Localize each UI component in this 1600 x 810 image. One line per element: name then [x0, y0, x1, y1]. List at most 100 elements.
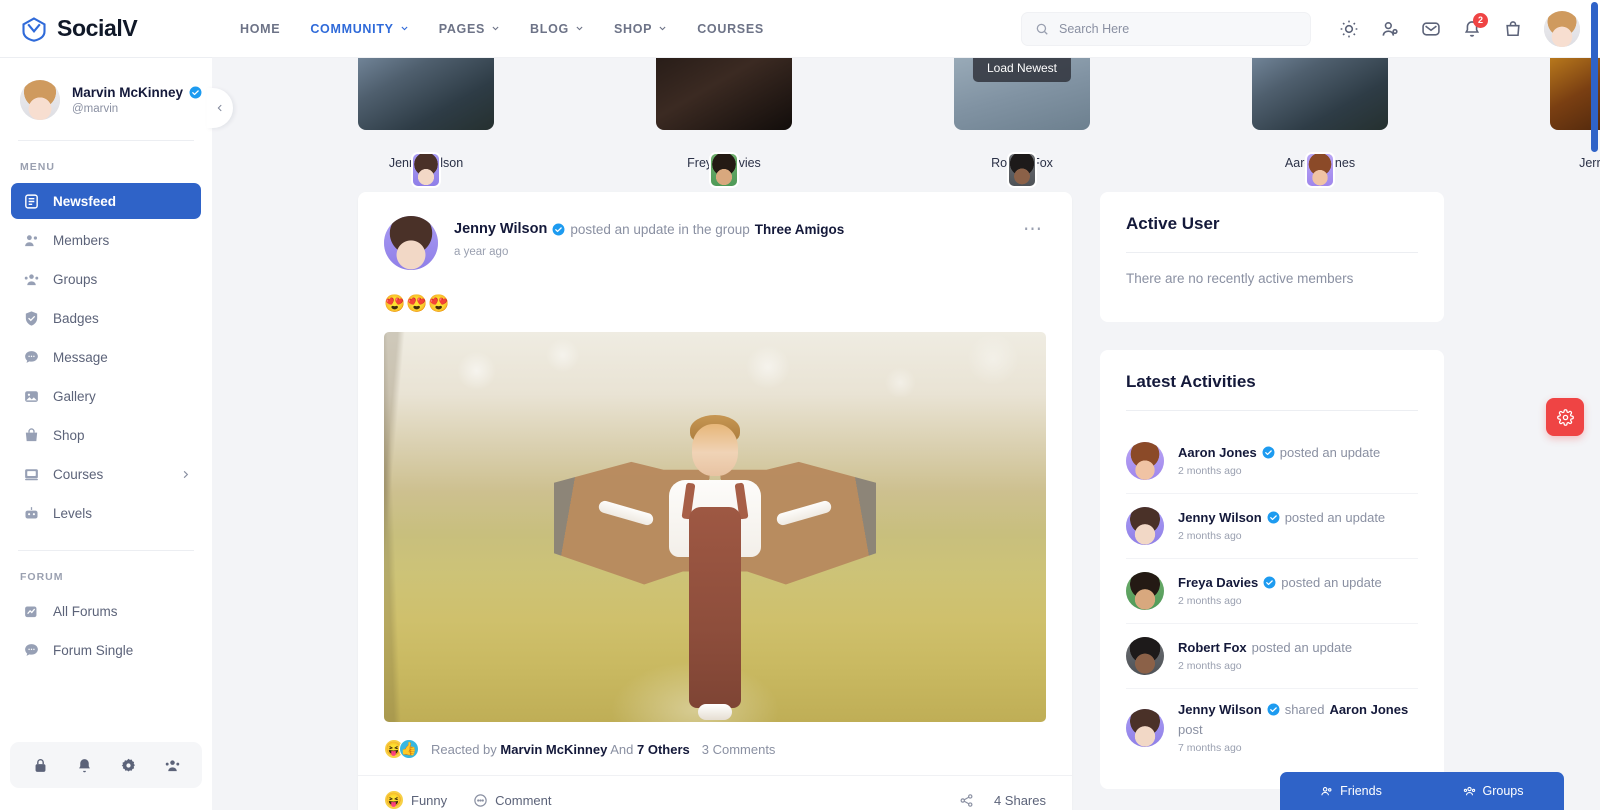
groups-button[interactable]: Groups	[1422, 784, 1564, 798]
sidebar-item-shop[interactable]: Shop	[11, 417, 201, 453]
settings-fab-button[interactable]	[1546, 398, 1584, 436]
action-label: Comment	[495, 792, 552, 808]
post-image[interactable]	[384, 332, 1046, 722]
menu-section-label: MENU	[20, 161, 55, 173]
right-sidebar: Active User There are no recently active…	[1100, 58, 1444, 810]
bottom-action-bar: Friends Groups	[1280, 772, 1564, 810]
nav-item-blog[interactable]: BLOG	[530, 22, 584, 36]
sidebar-item-label: Badges	[53, 310, 99, 326]
friends-label: Friends	[1340, 784, 1382, 798]
gallery-icon	[23, 388, 40, 405]
avatar	[1126, 572, 1164, 610]
load-newest-tooltip[interactable]: Load Newest	[972, 58, 1072, 82]
chevron-left-icon	[217, 104, 222, 112]
chevron-down-icon	[576, 26, 583, 31]
forum-single-icon	[23, 642, 40, 659]
nav-item-courses[interactable]: COURSES	[697, 22, 764, 36]
verified-badge-icon	[1267, 703, 1280, 716]
notifications-icon[interactable]: 2	[1462, 12, 1488, 39]
activity-user-name[interactable]: Freya Davies	[1178, 575, 1258, 590]
reacted-others[interactable]: 7 Others	[637, 742, 690, 757]
story-item[interactable]: Jenny Wilson	[358, 58, 494, 188]
forum-section-label: FORUM	[20, 571, 64, 583]
avatar	[1126, 507, 1164, 545]
gear-icon[interactable]	[120, 757, 137, 774]
search-input[interactable]	[1059, 21, 1297, 36]
people-icon[interactable]	[164, 757, 181, 774]
nav-label: BLOG	[530, 21, 569, 36]
activity-item[interactable]: Jenny Wilson shared Aaron Jones post 7 m…	[1126, 689, 1418, 767]
reacted-by-text: Reacted by Marvin McKinney And 7 Others	[431, 742, 690, 757]
brand-name: SocialV	[57, 15, 138, 41]
post-image-subject	[554, 414, 876, 721]
sidebar-item-members[interactable]: Members	[11, 222, 201, 258]
user-avatar[interactable]	[1544, 10, 1580, 47]
activity-target-name[interactable]: Aaron Jones	[1329, 702, 1408, 717]
brand[interactable]: SocialV	[0, 0, 212, 58]
sidebar-item-badges[interactable]: Badges	[11, 300, 201, 336]
groups-icon	[23, 271, 40, 288]
nav-item-community[interactable]: COMMUNITY	[310, 22, 408, 36]
friends-button[interactable]: Friends	[1280, 784, 1422, 798]
activity-item[interactable]: Aaron Jones posted an update 2 months ag…	[1126, 429, 1418, 494]
sidebar-profile[interactable]: Marvin McKinney @marvin	[0, 58, 212, 140]
sidebar-item-all-forums[interactable]: All Forums	[11, 593, 201, 629]
page-scrollbar[interactable]	[1591, 2, 1598, 152]
share-icon	[960, 793, 973, 807]
sidebar-item-gallery[interactable]: Gallery	[11, 378, 201, 414]
bell-icon[interactable]	[76, 757, 93, 774]
story-item[interactable]: Aaron Jones	[1252, 58, 1388, 188]
sidebar-item-courses[interactable]: Courses	[11, 456, 201, 492]
story-item[interactable]: Load Newest Robert Fox	[954, 58, 1090, 188]
sidebar-item-forum-single[interactable]: Forum Single	[11, 632, 201, 668]
activity-action: posted an update	[1284, 510, 1386, 525]
activity-item[interactable]: Robert Fox posted an update 2 months ago	[1126, 624, 1418, 689]
reaction-emojis[interactable]: 😝 👍	[384, 739, 419, 759]
post-actions-row: 😝 Funny Comment 4 Shares	[358, 776, 1072, 810]
messages-icon[interactable]	[1421, 19, 1441, 39]
lock-icon[interactable]	[32, 757, 49, 774]
funny-reaction-icon: 😝	[384, 790, 404, 810]
verified-badge-icon	[1267, 511, 1280, 524]
comment-action-button[interactable]: Comment	[473, 792, 552, 808]
nav-item-home[interactable]: HOME	[240, 22, 280, 36]
sidebar-bottom-toolbar	[10, 742, 202, 788]
funny-action-button[interactable]: 😝 Funny	[384, 790, 447, 810]
story-item[interactable]: Freya Davies	[656, 58, 792, 188]
chevron-right-icon	[183, 470, 189, 478]
active-user-title: Active User	[1126, 214, 1220, 233]
share-action-button[interactable]: 4 Shares	[959, 793, 1046, 808]
reacted-actor[interactable]: Marvin McKinney	[500, 742, 607, 757]
sidebar-item-label: Gallery	[53, 388, 96, 404]
sidebar-item-levels[interactable]: Levels	[11, 495, 201, 531]
sidebar-item-groups[interactable]: Groups	[11, 261, 201, 297]
nav-item-pages[interactable]: PAGES	[439, 22, 500, 36]
action-label: Funny	[411, 792, 448, 808]
activity-time: 2 months ago	[1178, 660, 1242, 672]
activity-user-name[interactable]: Jenny Wilson	[1178, 702, 1262, 717]
more-options-icon[interactable]: ⋯	[1021, 216, 1046, 243]
latest-activities-title: Latest Activities	[1126, 372, 1256, 391]
search-box[interactable]	[1021, 11, 1311, 46]
post-author-name[interactable]: Jenny Wilson	[454, 221, 547, 237]
friend-requests-icon[interactable]	[1380, 19, 1400, 39]
nav-label: SHOP	[613, 21, 653, 36]
nav-item-shop[interactable]: SHOP	[614, 22, 667, 36]
activity-user-name[interactable]: Robert Fox	[1178, 640, 1247, 655]
sidebar-item-label: Message	[53, 349, 108, 365]
activity-user-name[interactable]: Jenny Wilson	[1178, 510, 1262, 525]
comments-count[interactable]: 3 Comments	[702, 742, 776, 757]
sidebar-item-message[interactable]: Message	[11, 339, 201, 375]
badges-icon	[23, 310, 40, 327]
chevron-down-icon	[401, 26, 408, 31]
activity-user-name[interactable]: Aaron Jones	[1178, 445, 1257, 460]
post-author-avatar[interactable]	[384, 216, 438, 270]
avatar	[1126, 442, 1164, 480]
post-group-name[interactable]: Three Amigos	[755, 222, 845, 237]
sidebar-item-newsfeed[interactable]: Newsfeed	[11, 183, 201, 219]
cart-icon[interactable]	[1503, 19, 1523, 39]
theme-toggle-icon[interactable]	[1339, 19, 1359, 39]
activity-item[interactable]: Jenny Wilson posted an update 2 months a…	[1126, 494, 1418, 559]
activity-item[interactable]: Freya Davies posted an update 2 months a…	[1126, 559, 1418, 624]
nav-label: COMMUNITY	[310, 21, 394, 36]
